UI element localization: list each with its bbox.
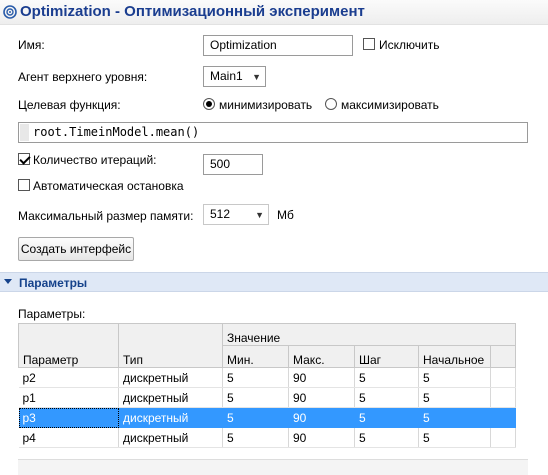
params-label: Параметры: bbox=[18, 307, 86, 321]
cell-param[interactable]: p2 bbox=[18, 367, 119, 388]
create-interface-button[interactable]: Создать интерфейс bbox=[18, 237, 134, 261]
cell-type[interactable]: дискретный bbox=[118, 387, 223, 408]
cell-initial[interactable]: 5 bbox=[418, 427, 491, 448]
column-header-step[interactable]: Шаг bbox=[354, 345, 419, 368]
objective-label: Целевая функция: bbox=[18, 98, 121, 112]
cell-initial[interactable]: 5 bbox=[418, 367, 491, 388]
exclude-checkbox[interactable] bbox=[363, 38, 375, 50]
cell-initial[interactable]: 5 bbox=[418, 387, 491, 408]
column-header-max[interactable]: Макс. bbox=[288, 345, 355, 368]
cell-min[interactable]: 5 bbox=[222, 367, 289, 388]
table-row[interactable]: p1 дискретный 5 90 5 5 bbox=[18, 387, 516, 408]
exclude-label: Исключить bbox=[379, 38, 440, 52]
cell-step[interactable]: 5 bbox=[354, 407, 419, 428]
table-horizontal-scrollbar[interactable] bbox=[18, 459, 528, 475]
column-header-min[interactable]: Мин. bbox=[222, 345, 289, 368]
iterations-label: Количество итераций: bbox=[33, 153, 157, 167]
name-input[interactable]: Optimization bbox=[203, 35, 353, 56]
cell-max[interactable]: 90 bbox=[288, 387, 355, 408]
section-title: Параметры bbox=[19, 276, 88, 290]
table-row-selected[interactable]: p3 дискретный 5 90 5 5 bbox=[18, 407, 516, 428]
cell-max[interactable]: 90 bbox=[288, 407, 355, 428]
table-row[interactable]: p4 дискретный 5 90 5 5 bbox=[18, 427, 516, 448]
cell-filler bbox=[490, 427, 516, 448]
cell-min[interactable]: 5 bbox=[222, 387, 289, 408]
memory-select[interactable]: 512 ▼ bbox=[203, 204, 269, 225]
title-bar: Optimization - Оптимизационный экспериме… bbox=[0, 0, 548, 25]
agent-select[interactable]: Main1 ▼ bbox=[203, 66, 266, 87]
minimize-label: минимизировать bbox=[219, 98, 313, 112]
autostop-checkbox[interactable] bbox=[18, 179, 30, 191]
cell-filler bbox=[490, 407, 516, 428]
column-header-value-group: Значение bbox=[222, 323, 516, 346]
optimization-icon bbox=[3, 5, 17, 19]
cell-param[interactable]: p3 bbox=[18, 407, 119, 428]
window-title: Optimization - Оптимизационный экспериме… bbox=[20, 3, 365, 20]
cell-max[interactable]: 90 bbox=[288, 427, 355, 448]
chevron-down-icon: ▼ bbox=[252, 72, 261, 82]
section-header-parameters[interactable]: Параметры bbox=[0, 272, 548, 292]
column-header-filler bbox=[490, 345, 516, 368]
memory-unit: Мб bbox=[277, 208, 294, 222]
table-row[interactable]: p2 дискретный 5 90 5 5 bbox=[18, 367, 516, 388]
cell-param[interactable]: p1 bbox=[18, 387, 119, 408]
parameters-table: Параметр Тип Значение Мин. Макс. Шаг Нач… bbox=[18, 323, 516, 448]
collapse-arrow-icon[interactable] bbox=[4, 279, 12, 284]
agent-select-value: Main1 bbox=[210, 69, 243, 83]
minimize-radio[interactable] bbox=[203, 98, 215, 110]
expression-gutter bbox=[20, 124, 29, 141]
cell-step[interactable]: 5 bbox=[354, 427, 419, 448]
cell-min[interactable]: 5 bbox=[222, 407, 289, 428]
cell-filler bbox=[490, 387, 516, 408]
column-header-initial[interactable]: Начальное bbox=[418, 345, 491, 368]
maximize-radio[interactable] bbox=[325, 98, 337, 110]
memory-select-value: 512 bbox=[210, 207, 231, 221]
chevron-down-icon: ▼ bbox=[255, 210, 264, 220]
column-header-type[interactable]: Тип bbox=[118, 323, 223, 368]
cell-filler bbox=[490, 367, 516, 388]
objective-expression-input[interactable]: root.TimeinModel.mean() bbox=[18, 122, 528, 143]
cell-type[interactable]: дискретный bbox=[118, 367, 223, 388]
iterations-input[interactable]: 500 bbox=[203, 154, 263, 175]
name-label: Имя: bbox=[18, 38, 45, 52]
cell-initial[interactable]: 5 bbox=[418, 407, 491, 428]
cell-max[interactable]: 90 bbox=[288, 367, 355, 388]
agent-label: Агент верхнего уровня: bbox=[18, 70, 148, 84]
maximize-label: максимизировать bbox=[341, 98, 439, 112]
cell-step[interactable]: 5 bbox=[354, 387, 419, 408]
cell-type[interactable]: дискретный bbox=[118, 407, 223, 428]
iterations-checkbox[interactable] bbox=[18, 153, 30, 165]
cell-step[interactable]: 5 bbox=[354, 367, 419, 388]
column-header-param[interactable]: Параметр bbox=[18, 323, 119, 368]
cell-type[interactable]: дискретный bbox=[118, 427, 223, 448]
autostop-label: Автоматическая остановка bbox=[33, 179, 184, 193]
cell-param[interactable]: p4 bbox=[18, 427, 119, 448]
cell-min[interactable]: 5 bbox=[222, 427, 289, 448]
objective-expression-text: root.TimeinModel.mean() bbox=[33, 125, 200, 139]
memory-label: Максимальный размер памяти: bbox=[18, 209, 194, 223]
